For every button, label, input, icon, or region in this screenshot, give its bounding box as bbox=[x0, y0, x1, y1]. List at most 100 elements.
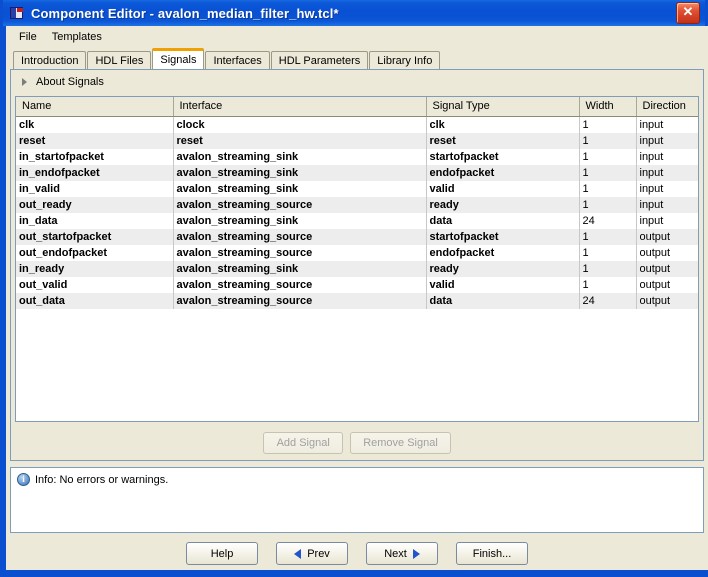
next-button-label: Next bbox=[384, 547, 407, 560]
cell-signal-interface[interactable]: avalon_streaming_sink bbox=[173, 212, 427, 229]
cell-signal-width[interactable]: 1 bbox=[579, 228, 637, 245]
table-row[interactable]: in_data avalon_streaming_sink data 24 input bbox=[16, 212, 698, 229]
cell-signal-interface[interactable]: reset bbox=[173, 132, 427, 149]
close-icon[interactable]: ✕ bbox=[676, 2, 700, 24]
cell-signal-direction[interactable]: input bbox=[636, 212, 698, 229]
tab-hdl-files[interactable]: HDL Files bbox=[87, 51, 152, 69]
table-row[interactable]: in_endofpacket avalon_streaming_sink endof… bbox=[16, 164, 698, 181]
cell-signal-name[interactable]: out_valid bbox=[16, 276, 174, 293]
cell-signal-type[interactable]: ready bbox=[426, 260, 580, 277]
triangle-left-icon bbox=[294, 548, 302, 559]
cell-signal-width[interactable]: 1 bbox=[579, 164, 637, 181]
cell-signal-name[interactable]: in_endofpacket bbox=[16, 164, 174, 181]
cell-signal-interface[interactable]: avalon_streaming_source bbox=[173, 228, 427, 245]
finish-button[interactable]: Finish... bbox=[456, 542, 528, 565]
cell-signal-type[interactable]: data bbox=[426, 292, 580, 309]
cell-signal-direction[interactable]: output bbox=[636, 260, 698, 277]
cell-signal-type[interactable]: data bbox=[426, 212, 580, 229]
cell-signal-width[interactable]: 1 bbox=[579, 180, 637, 197]
cell-signal-name[interactable]: out_endofpacket bbox=[16, 244, 174, 261]
cell-signal-width[interactable]: 1 bbox=[579, 260, 637, 277]
column-header-direction[interactable]: Direction bbox=[636, 97, 698, 117]
cell-signal-interface[interactable]: avalon_streaming_source bbox=[173, 196, 427, 213]
cell-signal-direction[interactable]: output bbox=[636, 276, 698, 293]
cell-signal-name[interactable]: clk bbox=[16, 116, 174, 133]
cell-signal-type[interactable]: endofpacket bbox=[426, 244, 580, 261]
table-row[interactable]: out_valid avalon_streaming_source valid 1 ou… bbox=[16, 276, 698, 293]
cell-signal-type[interactable]: endofpacket bbox=[426, 164, 580, 181]
cell-signal-interface[interactable]: avalon_streaming_sink bbox=[173, 180, 427, 197]
title-bar[interactable]: Component Editor - avalon_median_filter_… bbox=[3, 0, 705, 26]
cell-signal-direction[interactable]: output bbox=[636, 292, 698, 309]
cell-signal-direction[interactable]: input bbox=[636, 116, 698, 133]
table-row[interactable]: clk clock clk 1 input bbox=[16, 116, 698, 133]
tab-hdl-parameters[interactable]: HDL Parameters bbox=[270, 51, 369, 69]
cell-signal-type[interactable]: reset bbox=[426, 132, 580, 149]
cell-signal-type[interactable]: valid bbox=[426, 276, 580, 293]
column-header-name[interactable]: Name bbox=[16, 97, 174, 117]
cell-signal-name[interactable]: in_ready bbox=[16, 260, 174, 277]
cell-signal-direction[interactable]: input bbox=[636, 196, 698, 213]
cell-signal-width[interactable]: 1 bbox=[579, 116, 637, 133]
cell-signal-direction[interactable]: output bbox=[636, 228, 698, 245]
menu-item-file[interactable]: File bbox=[13, 29, 46, 45]
message-panel[interactable]: i Info: No errors or warnings. bbox=[10, 467, 704, 533]
cell-signal-width[interactable]: 24 bbox=[579, 212, 637, 229]
about-signals-expander[interactable]: About Signals bbox=[11, 70, 703, 93]
tab-introduction[interactable]: Introduction bbox=[13, 51, 87, 69]
table-row[interactable]: reset reset reset 1 input bbox=[16, 132, 698, 149]
table-row[interactable]: out_endofpacket avalon_streaming_source en… bbox=[16, 244, 698, 261]
table-row[interactable]: in_ready avalon_streaming_sink ready 1 outpu… bbox=[16, 260, 698, 277]
remove-signal-button[interactable]: Remove Signal bbox=[350, 432, 451, 454]
help-button[interactable]: Help bbox=[186, 542, 258, 565]
cell-signal-direction[interactable]: input bbox=[636, 164, 698, 181]
cell-signal-type[interactable]: startofpacket bbox=[426, 228, 580, 245]
cell-signal-name[interactable]: in_valid bbox=[16, 180, 174, 197]
cell-signal-width[interactable]: 1 bbox=[579, 276, 637, 293]
cell-signal-name[interactable]: in_data bbox=[16, 212, 174, 229]
cell-signal-type[interactable]: clk bbox=[426, 116, 580, 133]
cell-signal-interface[interactable]: clock bbox=[173, 116, 427, 133]
table-row[interactable]: out_data avalon_streaming_source data 24 out… bbox=[16, 292, 698, 309]
signals-panel: About Signals Name Interface Signal Type… bbox=[10, 69, 704, 461]
table-row[interactable]: in_startofpacket avalon_streaming_sink sta… bbox=[16, 148, 698, 165]
cell-signal-name[interactable]: out_ready bbox=[16, 196, 174, 213]
menu-item-templates[interactable]: Templates bbox=[46, 29, 111, 45]
table-row[interactable]: out_startofpacket avalon_streaming_source… bbox=[16, 228, 698, 245]
cell-signal-direction[interactable]: input bbox=[636, 132, 698, 149]
next-button[interactable]: Next bbox=[366, 542, 438, 565]
cell-signal-name[interactable]: reset bbox=[16, 132, 174, 149]
signals-table-container[interactable]: Name Interface Signal Type Width Directi… bbox=[15, 96, 699, 422]
cell-signal-width[interactable]: 1 bbox=[579, 132, 637, 149]
add-signal-button[interactable]: Add Signal bbox=[263, 432, 344, 454]
cell-signal-interface[interactable]: avalon_streaming_sink bbox=[173, 260, 427, 277]
cell-signal-width[interactable]: 1 bbox=[579, 148, 637, 165]
cell-signal-name[interactable]: out_data bbox=[16, 292, 174, 309]
cell-signal-type[interactable]: valid bbox=[426, 180, 580, 197]
column-header-interface[interactable]: Interface bbox=[173, 97, 427, 117]
cell-signal-type[interactable]: ready bbox=[426, 196, 580, 213]
cell-signal-interface[interactable]: avalon_streaming_sink bbox=[173, 164, 427, 181]
table-row[interactable]: out_ready avalon_streaming_source ready 1 in… bbox=[16, 196, 698, 213]
cell-signal-direction[interactable]: input bbox=[636, 180, 698, 197]
cell-signal-width[interactable]: 1 bbox=[579, 196, 637, 213]
cell-signal-width[interactable]: 1 bbox=[579, 244, 637, 261]
cell-signal-interface[interactable]: avalon_streaming_source bbox=[173, 276, 427, 293]
tab-library-info[interactable]: Library Info bbox=[369, 51, 441, 69]
column-header-width[interactable]: Width bbox=[579, 97, 637, 117]
table-row[interactable]: in_valid avalon_streaming_sink valid 1 input bbox=[16, 180, 698, 197]
column-header-signal-type[interactable]: Signal Type bbox=[426, 97, 580, 117]
cell-signal-name[interactable]: in_startofpacket bbox=[16, 148, 174, 165]
cell-signal-interface[interactable]: avalon_streaming_source bbox=[173, 292, 427, 309]
cell-signal-interface[interactable]: avalon_streaming_sink bbox=[173, 148, 427, 165]
cell-signal-direction[interactable]: output bbox=[636, 244, 698, 261]
tab-strip: Introduction HDL Files Signals Interface… bbox=[6, 47, 708, 69]
cell-signal-name[interactable]: out_startofpacket bbox=[16, 228, 174, 245]
tab-interfaces[interactable]: Interfaces bbox=[205, 51, 270, 69]
cell-signal-type[interactable]: startofpacket bbox=[426, 148, 580, 165]
prev-button[interactable]: Prev bbox=[276, 542, 348, 565]
cell-signal-width[interactable]: 24 bbox=[579, 292, 637, 309]
tab-signals[interactable]: Signals bbox=[152, 48, 205, 69]
cell-signal-direction[interactable]: input bbox=[636, 148, 698, 165]
cell-signal-interface[interactable]: avalon_streaming_source bbox=[173, 244, 427, 261]
